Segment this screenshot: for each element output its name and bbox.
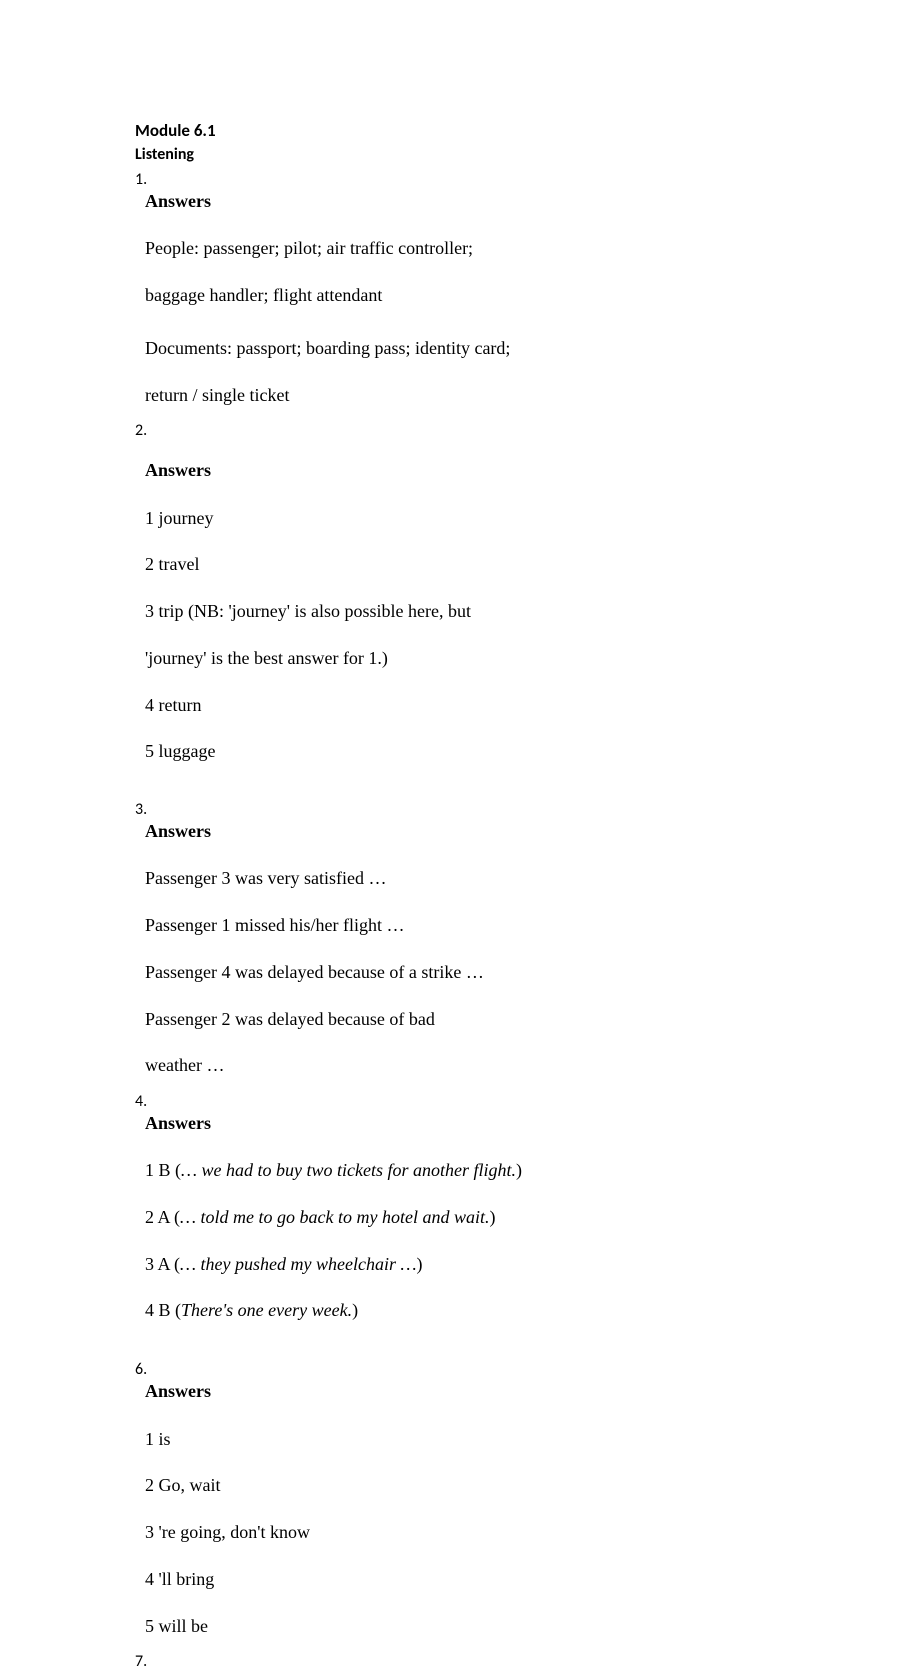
- answers-line: 4 return: [145, 695, 201, 715]
- answers-heading: Answers: [145, 1381, 920, 1402]
- question-number-7: 7.: [135, 1652, 920, 1671]
- answers-body: 1 is 2 Go, wait 3 're going, don't know …: [145, 1404, 920, 1638]
- answers-line: 2 A (… told me to go back to my hotel an…: [145, 1206, 920, 1229]
- answers-line: 1 journey: [145, 508, 213, 528]
- answers-heading: Answers: [145, 1113, 920, 1134]
- answers-line: Passenger 4 was delayed because of a str…: [145, 962, 484, 982]
- question-number-6: 6.: [135, 1360, 920, 1379]
- answers-line: baggage handler; flight attendant: [145, 285, 382, 305]
- answers-line: 3 're going, don't know: [145, 1522, 310, 1542]
- answers-heading: Answers: [145, 460, 920, 481]
- answers-line: return / single ticket: [145, 385, 289, 405]
- answers-line: Passenger 1 missed his/her flight …: [145, 915, 404, 935]
- answers-line: 1 is: [145, 1429, 171, 1449]
- answers-line: 2 travel: [145, 554, 199, 574]
- question-number-4: 4.: [135, 1092, 920, 1111]
- answers-line: 3 A (… they pushed my wheelchair …): [145, 1253, 920, 1276]
- question-number-3: 3.: [135, 800, 920, 819]
- answers-body: 1 journey 2 travel 3 trip (NB: 'journey'…: [145, 483, 920, 764]
- answers-line: 2 Go, wait: [145, 1475, 221, 1495]
- answers-body: Passenger 3 was very satisfied … Passeng…: [145, 844, 920, 1078]
- question-number-1: 1.: [135, 170, 920, 189]
- section-label: Listening: [135, 145, 920, 164]
- answers-heading: Answers: [145, 821, 920, 842]
- answers-block-3: Answers Passenger 3 was very satisfied ……: [145, 821, 920, 1078]
- answers-line: 3 trip (NB: 'journey' is also possible h…: [145, 601, 471, 621]
- answers-line: Passenger 3 was very satisfied …: [145, 868, 386, 888]
- answers-block-6: Answers 1 is 2 Go, wait 3 're going, don…: [145, 1381, 920, 1638]
- answers-line: 1 B (… we had to buy two tickets for ano…: [145, 1159, 920, 1182]
- answers-line: People: passenger; pilot; air traffic co…: [145, 238, 473, 258]
- answers-line: Documents: passport; boarding pass; iden…: [145, 338, 510, 358]
- answers-line: 5 luggage: [145, 741, 215, 761]
- answers-heading: Answers: [145, 191, 920, 212]
- answers-line: 4 B (There's one every week.): [145, 1299, 920, 1322]
- answers-line: 'journey' is the best answer for 1.): [145, 648, 388, 668]
- answers-line: weather …: [145, 1055, 224, 1075]
- answers-line: Passenger 2 was delayed because of bad: [145, 1009, 435, 1029]
- answers-block-4: Answers 1 B (… we had to buy two tickets…: [145, 1113, 920, 1347]
- question-number-2: 2.: [135, 421, 920, 440]
- answers-line: 4 'll bring: [145, 1569, 214, 1589]
- answers-line: 5 will be: [145, 1616, 208, 1636]
- answers-block-1: Answers People: passenger; pilot; air tr…: [145, 191, 920, 407]
- answers-body: People: passenger; pilot; air traffic co…: [145, 214, 920, 407]
- answers-block-2: Answers 1 journey 2 travel 3 trip (NB: '…: [145, 460, 920, 764]
- module-title: Module 6.1: [135, 120, 920, 141]
- answers-body: 1 B (… we had to buy two tickets for ano…: [145, 1136, 920, 1347]
